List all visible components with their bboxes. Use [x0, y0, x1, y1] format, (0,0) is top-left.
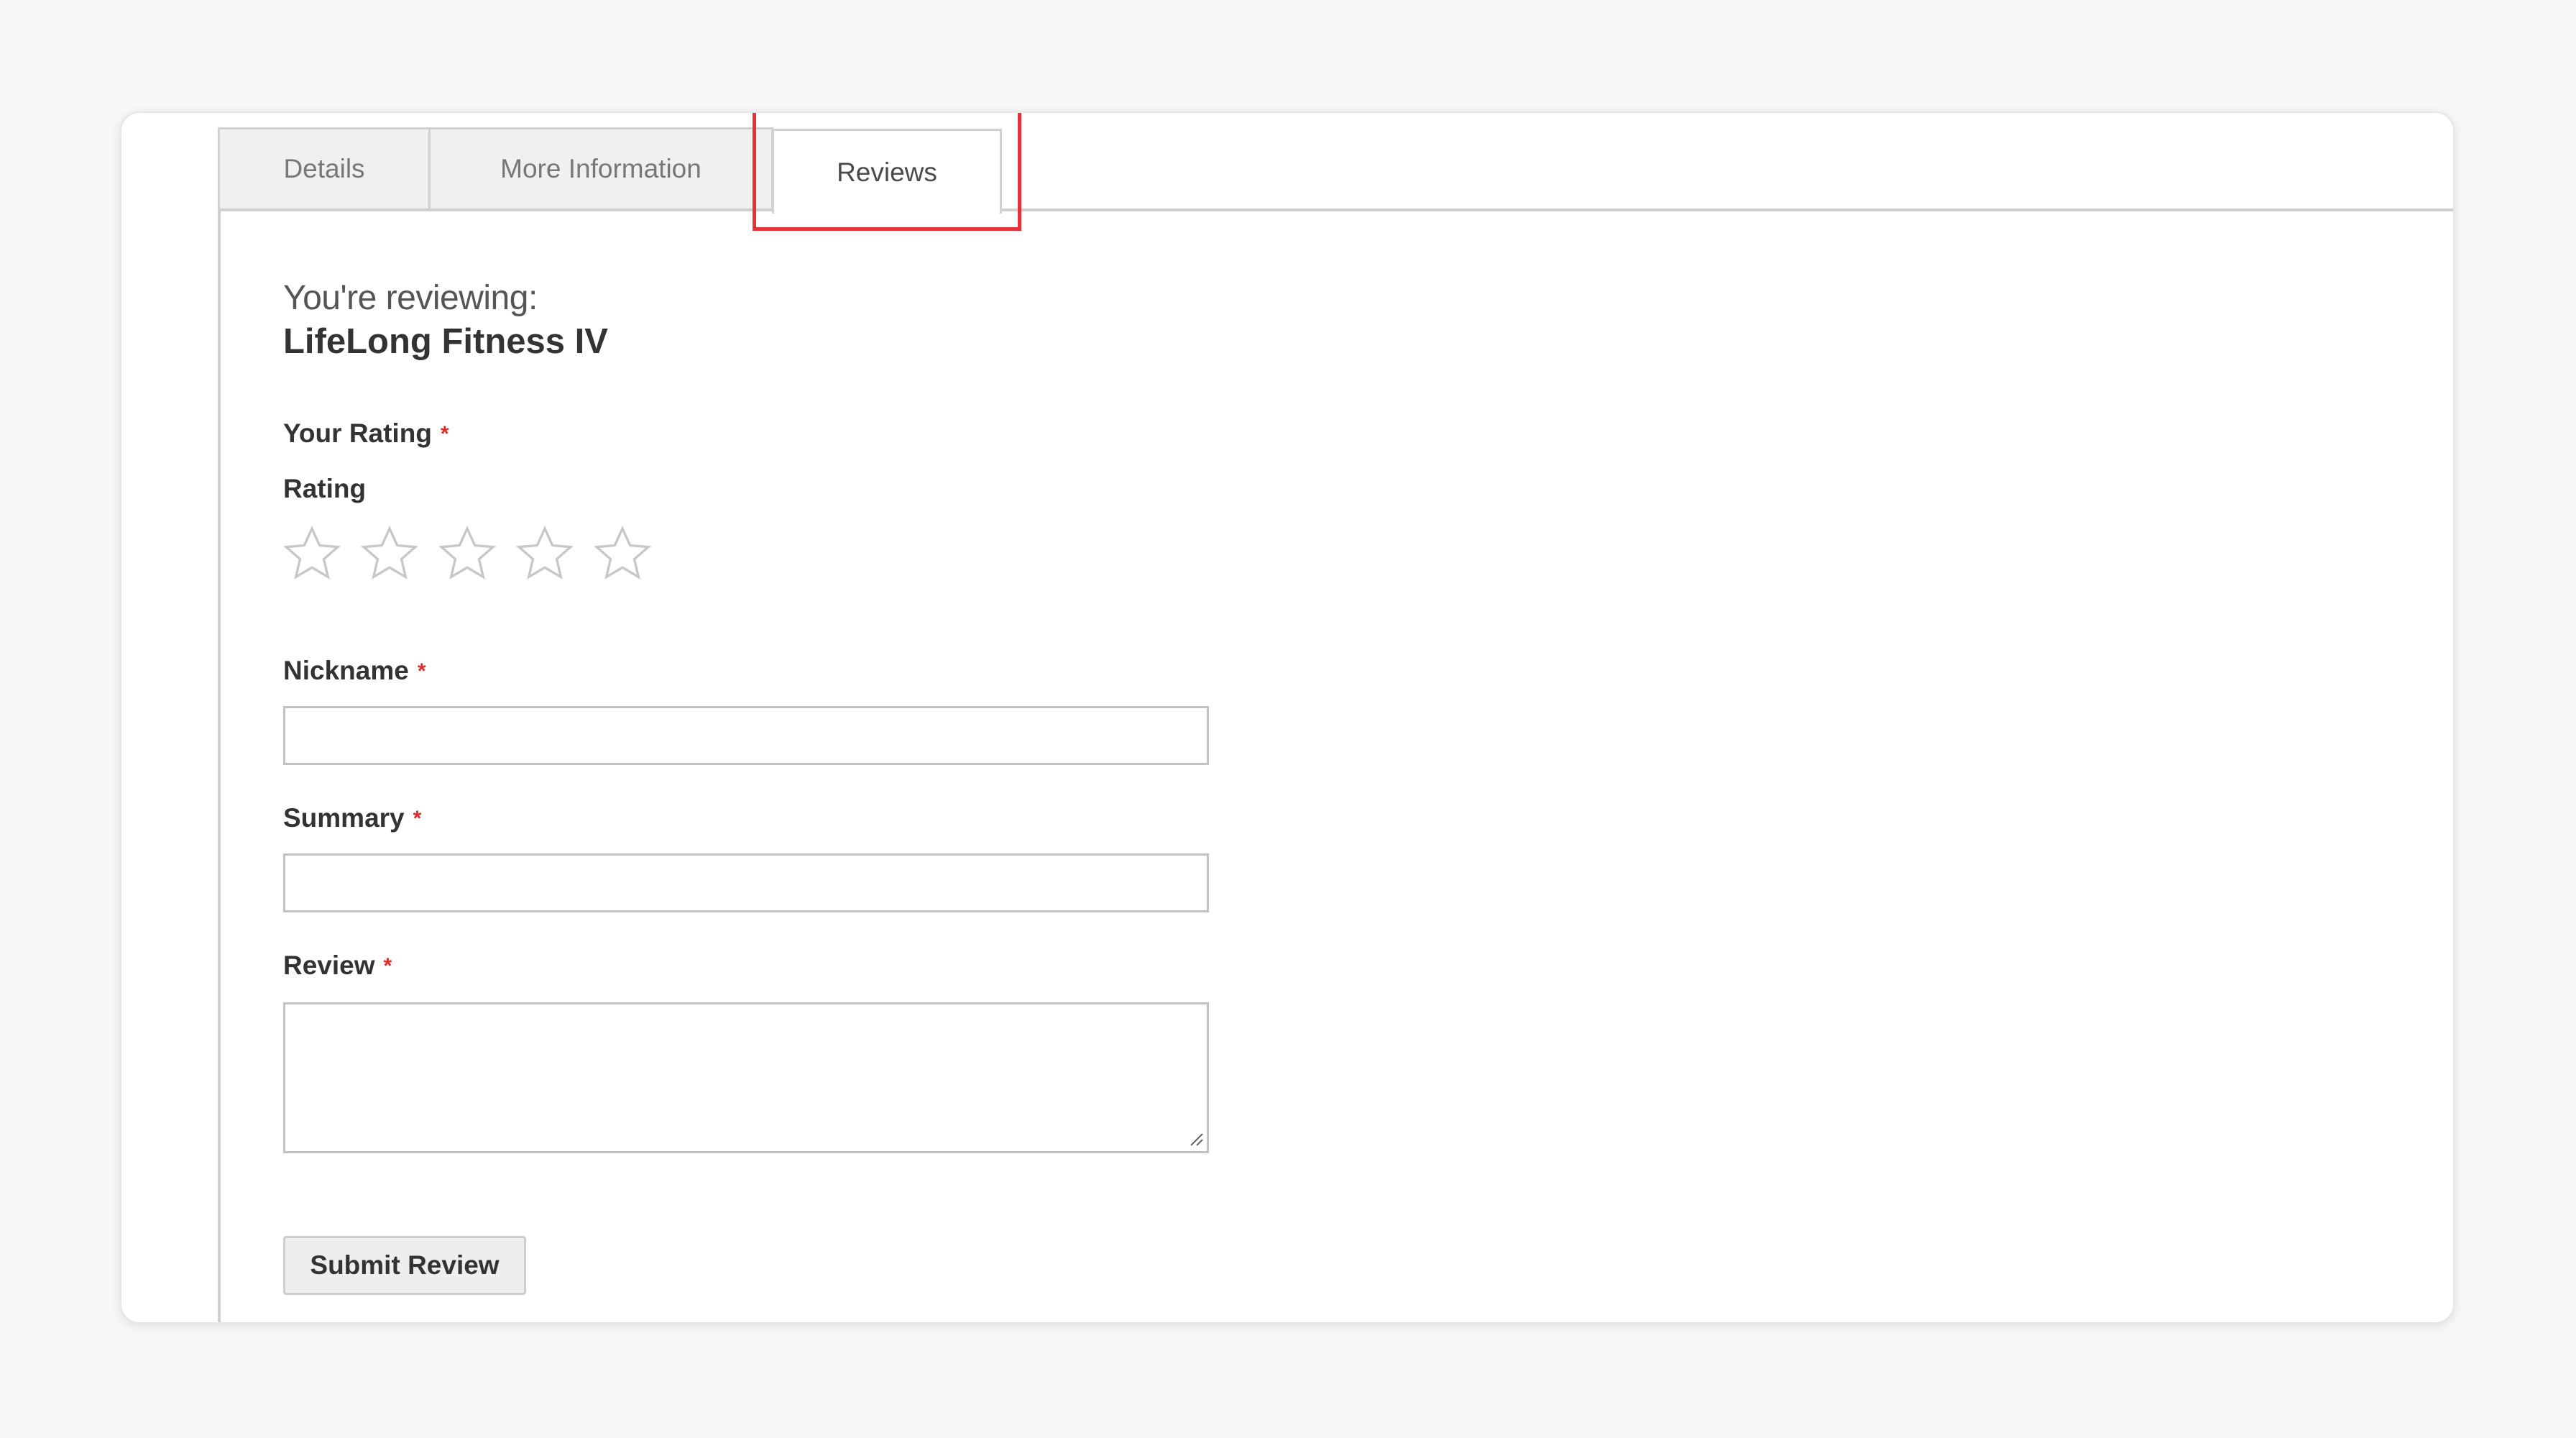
star-outline-icon[interactable]: [513, 523, 576, 586]
summary-label-text: Summary: [283, 803, 405, 833]
tab-details-label: Details: [283, 154, 365, 183]
reviewing-label: You're reviewing:: [283, 279, 538, 317]
nickname-field[interactable]: [283, 706, 1209, 765]
panel-left-border: [218, 127, 221, 1322]
tab-reviews-label: Reviews: [837, 157, 937, 187]
rating-stars: [280, 523, 654, 586]
required-marker: *: [413, 807, 422, 830]
product-name: LifeLong Fitness IV: [283, 322, 608, 361]
star-outline-icon[interactable]: [358, 523, 421, 586]
summary-field[interactable]: [283, 853, 1209, 912]
tab-more-information[interactable]: More Information: [428, 127, 773, 209]
rating-label: Rating: [283, 474, 367, 503]
tab-reviews[interactable]: Reviews: [772, 129, 1002, 214]
star-outline-icon[interactable]: [591, 523, 654, 586]
summary-label: Summary *: [283, 803, 421, 833]
required-marker: *: [440, 422, 449, 446]
nickname-label: Nickname *: [283, 656, 426, 686]
submit-review-button[interactable]: Submit Review: [283, 1236, 526, 1295]
your-rating-label-text: Your Rating: [283, 418, 432, 448]
tab-more-information-label: More Information: [500, 154, 702, 183]
review-label-text: Review: [283, 951, 375, 980]
star-outline-icon[interactable]: [436, 523, 499, 586]
your-rating-label: Your Rating *: [283, 418, 449, 449]
tab-bar-underline: [218, 209, 2453, 211]
tab-details[interactable]: Details: [218, 127, 431, 209]
required-marker: *: [417, 659, 426, 683]
nickname-label-text: Nickname: [283, 656, 409, 685]
review-label: Review *: [283, 951, 392, 981]
star-outline-icon[interactable]: [280, 523, 344, 586]
review-textarea[interactable]: [283, 1002, 1209, 1153]
product-info-panel: Details More Information Reviews You're …: [120, 111, 2455, 1324]
resize-grip-icon[interactable]: [1188, 1131, 1204, 1147]
required-marker: *: [383, 954, 392, 978]
